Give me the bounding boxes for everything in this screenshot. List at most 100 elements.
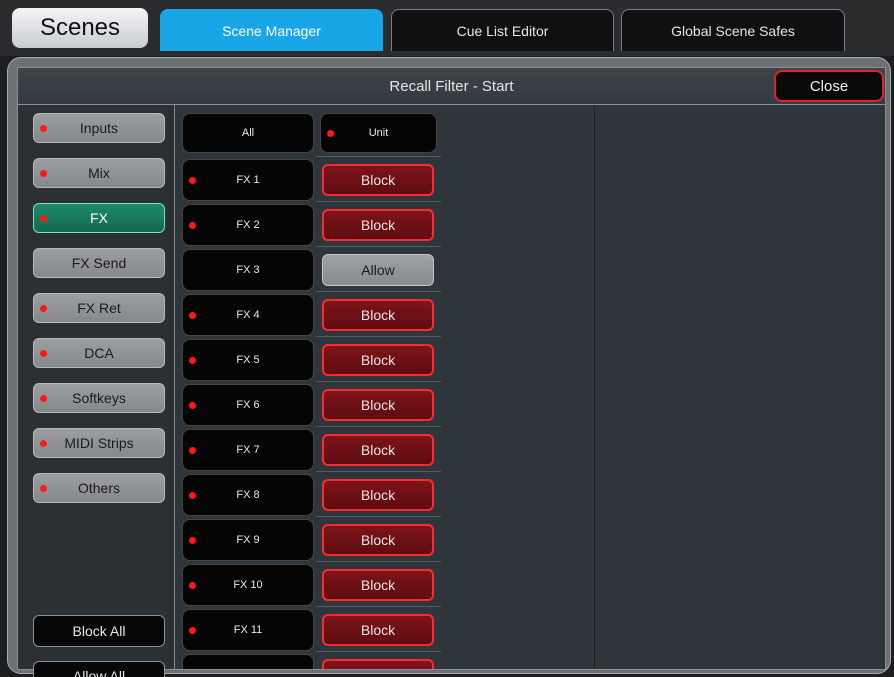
category-fx-button[interactable]: FX bbox=[33, 203, 165, 233]
status-dot-icon bbox=[189, 221, 196, 229]
category-label: FX Send bbox=[71, 255, 127, 271]
row-separator bbox=[316, 246, 441, 247]
status-dot-icon bbox=[189, 626, 196, 634]
channel-button[interactable]: FX 1 bbox=[182, 159, 314, 201]
panel-title: Recall Filter - Start bbox=[389, 78, 514, 95]
status-dot-icon bbox=[40, 304, 47, 312]
filter-state-button[interactable]: Block bbox=[322, 164, 434, 196]
filter-state-button[interactable]: Block bbox=[322, 344, 434, 376]
channel-label: FX 4 bbox=[236, 309, 260, 321]
status-dot-icon bbox=[327, 129, 334, 137]
row-separator bbox=[316, 381, 441, 382]
channel-label: FX 1 bbox=[236, 174, 260, 186]
unit-button[interactable]: Unit bbox=[320, 113, 437, 153]
category-midi-strips-button[interactable]: MIDI Strips bbox=[33, 428, 165, 458]
channel-button[interactable]: FX 7 bbox=[182, 429, 314, 471]
status-dot-icon bbox=[40, 484, 47, 492]
channel-label: FX 3 bbox=[236, 264, 260, 276]
close-button[interactable]: Close bbox=[774, 70, 884, 102]
channel-button[interactable]: FX 9 bbox=[182, 519, 314, 561]
channel-label: FX 9 bbox=[236, 534, 260, 546]
row-separator bbox=[316, 606, 441, 607]
status-dot-icon bbox=[40, 394, 47, 402]
row-separator bbox=[316, 426, 441, 427]
category-mix-button[interactable]: Mix bbox=[33, 158, 165, 188]
category-label: FX Ret bbox=[77, 300, 121, 316]
status-dot-icon bbox=[40, 169, 47, 177]
panel-header: Recall Filter - Start Close bbox=[18, 68, 885, 105]
filter-state-button[interactable]: Block bbox=[322, 569, 434, 601]
channel-list: All Unit FX 1 Block FX 2 Block FX 3 Allow FX 4… bbox=[176, 105, 884, 669]
category-label: DCA bbox=[84, 345, 114, 361]
channel-button[interactable]: FX 3 bbox=[182, 249, 314, 291]
status-dot-icon bbox=[189, 581, 196, 589]
category-inputs-button[interactable]: Inputs bbox=[33, 113, 165, 143]
row-separator bbox=[316, 561, 441, 562]
tab-scene-manager[interactable]: Scene Manager bbox=[160, 9, 383, 51]
filter-state-button[interactable]: Block bbox=[322, 434, 434, 466]
channel-button[interactable]: FX 6 bbox=[182, 384, 314, 426]
channel-button[interactable]: FX 5 bbox=[182, 339, 314, 381]
column-divider bbox=[594, 105, 595, 669]
channel-label: FX 7 bbox=[236, 444, 260, 456]
filter-state-button[interactable]: Block bbox=[322, 209, 434, 241]
channel-label: FX 6 bbox=[236, 399, 260, 411]
tab-cue-list-editor[interactable]: Cue List Editor bbox=[391, 9, 614, 51]
status-dot-icon bbox=[189, 446, 196, 454]
row-separator bbox=[316, 336, 441, 337]
recall-filter-panel: Recall Filter - Start Close Inputs Mix FX F… bbox=[17, 67, 886, 677]
category-label: Softkeys bbox=[72, 390, 126, 406]
row-separator bbox=[316, 651, 441, 652]
category-label: FX bbox=[90, 210, 108, 226]
scenes-window: Scenes Scene Manager Cue List Editor Glo… bbox=[0, 0, 894, 677]
status-dot-icon bbox=[40, 214, 47, 222]
row-separator bbox=[316, 471, 441, 472]
category-label: Others bbox=[77, 480, 120, 496]
channel-label: FX 8 bbox=[236, 489, 260, 501]
category-label: Mix bbox=[88, 165, 110, 181]
unit-label: Unit bbox=[368, 127, 389, 139]
row-separator bbox=[316, 516, 441, 517]
row-separator bbox=[316, 291, 441, 292]
filter-state-button[interactable]: Block bbox=[322, 479, 434, 511]
category-label: MIDI Strips bbox=[64, 435, 134, 451]
category-dca-button[interactable]: DCA bbox=[33, 338, 165, 368]
channel-button[interactable]: FX 2 bbox=[182, 204, 314, 246]
tab-global-scene-safes[interactable]: Global Scene Safes bbox=[621, 9, 845, 51]
category-sidebar: Inputs Mix FX FX Send FX Ret DCA Softkeys MIDI … bbox=[18, 105, 175, 677]
filter-state-button[interactable]: Block bbox=[322, 614, 434, 646]
status-dot-icon bbox=[189, 311, 196, 319]
status-dot-icon bbox=[40, 439, 47, 447]
status-dot-icon bbox=[189, 176, 196, 184]
category-softkeys-button[interactable]: Softkeys bbox=[33, 383, 165, 413]
row-separator bbox=[316, 201, 441, 202]
row-separator bbox=[316, 156, 441, 157]
filter-state-button[interactable]: Allow bbox=[322, 254, 434, 286]
all-label: All bbox=[241, 127, 255, 139]
channel-button[interactable]: FX 11 bbox=[182, 609, 314, 651]
status-dot-icon bbox=[40, 349, 47, 357]
filter-state-button[interactable] bbox=[322, 659, 434, 669]
channel-label: FX 10 bbox=[233, 579, 263, 591]
channel-label: FX 5 bbox=[236, 354, 260, 366]
filter-state-button[interactable]: Block bbox=[322, 299, 434, 331]
channel-label: FX 2 bbox=[236, 219, 260, 231]
category-fx-send-button[interactable]: FX Send bbox=[33, 248, 165, 278]
app-title: Scenes bbox=[12, 8, 148, 48]
block-all-button[interactable]: Block All bbox=[33, 615, 165, 647]
category-others-button[interactable]: Others bbox=[33, 473, 165, 503]
allow-all-button[interactable]: Allow All bbox=[33, 661, 165, 677]
status-dot-icon bbox=[189, 401, 196, 409]
filter-state-button[interactable]: Block bbox=[322, 524, 434, 556]
status-dot-icon bbox=[40, 124, 47, 132]
status-dot-icon bbox=[189, 536, 196, 544]
channel-button[interactable] bbox=[182, 654, 314, 669]
all-button[interactable]: All bbox=[182, 113, 314, 153]
channel-button[interactable]: FX 8 bbox=[182, 474, 314, 516]
status-dot-icon bbox=[189, 356, 196, 364]
channel-button[interactable]: FX 10 bbox=[182, 564, 314, 606]
channel-label: FX 11 bbox=[233, 624, 263, 636]
filter-state-button[interactable]: Block bbox=[322, 389, 434, 421]
category-fx-ret-button[interactable]: FX Ret bbox=[33, 293, 165, 323]
channel-button[interactable]: FX 4 bbox=[182, 294, 314, 336]
